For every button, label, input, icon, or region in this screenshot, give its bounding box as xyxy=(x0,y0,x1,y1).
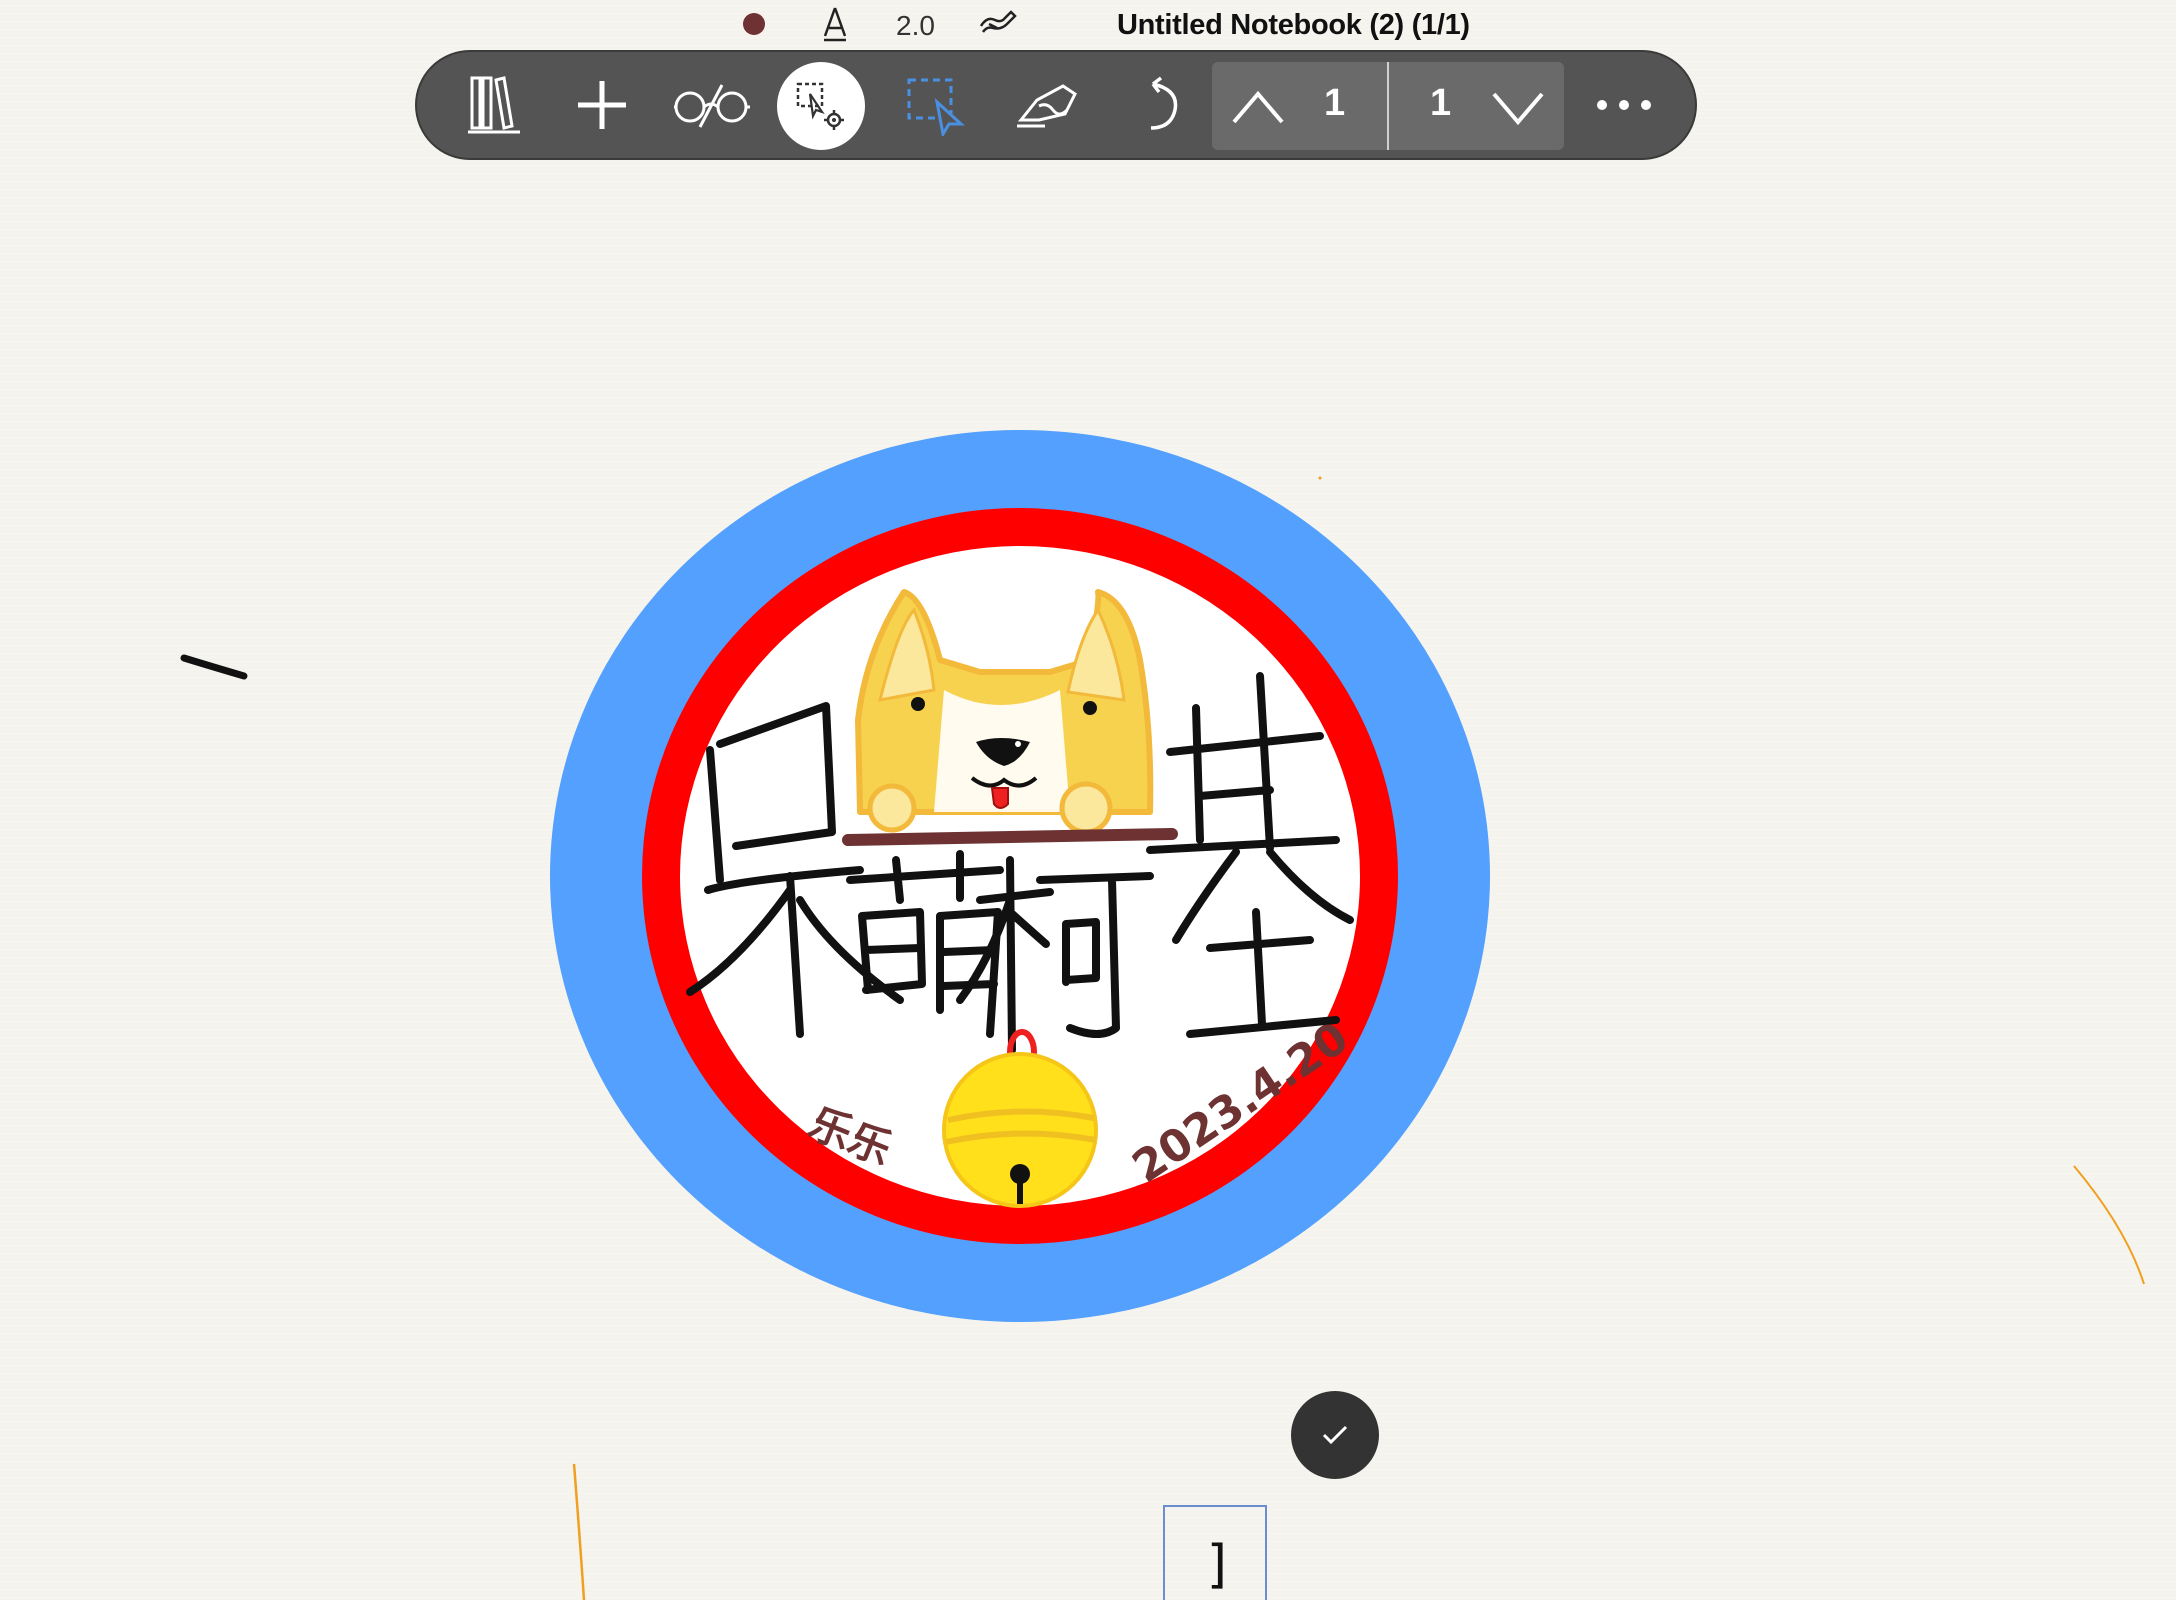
stray-dot xyxy=(1318,476,1322,480)
stray-black-stroke xyxy=(180,654,248,680)
stray-orange-stroke xyxy=(2073,1165,2145,1285)
text-box-content[interactable]: ] xyxy=(1203,1535,1234,1595)
badge-drawing[interactable]: 乐乐 2023.4.20 xyxy=(0,0,2176,1600)
checkmark-icon xyxy=(1322,1425,1348,1445)
stray-orange-stroke-bottom xyxy=(572,1463,586,1600)
confirm-button[interactable] xyxy=(1291,1391,1379,1479)
text-box[interactable]: ] xyxy=(1163,1505,1267,1600)
